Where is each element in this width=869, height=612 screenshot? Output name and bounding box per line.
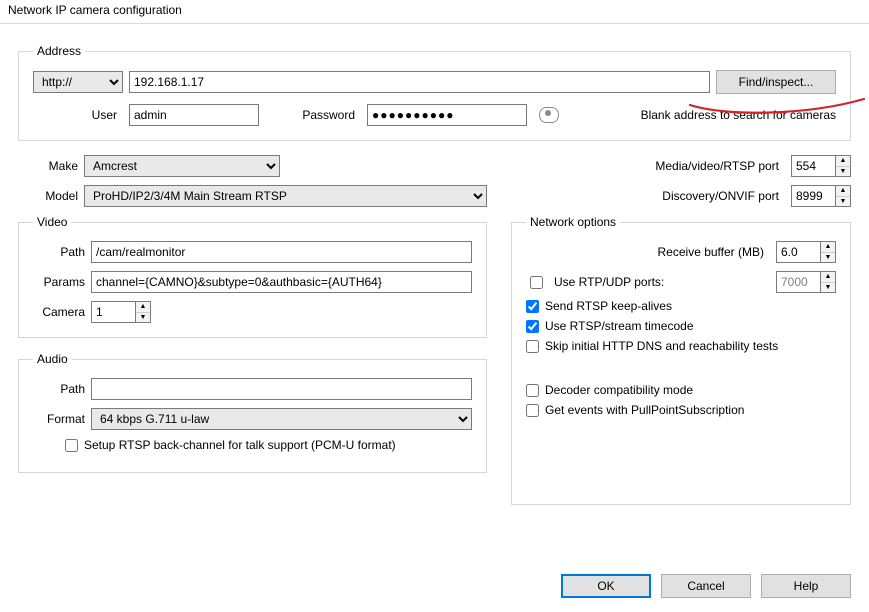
address-input[interactable]: [129, 71, 710, 93]
rtsp-port-label: Media/video/RTSP port: [655, 159, 785, 173]
camera-input[interactable]: [91, 301, 135, 323]
spinner-up-icon[interactable]: ▲: [821, 242, 835, 253]
spinner-up-icon[interactable]: ▲: [821, 272, 835, 283]
timecode-label: Use RTSP/stream timecode: [545, 319, 694, 333]
spinner-down-icon[interactable]: ▼: [821, 253, 835, 263]
address-legend: Address: [33, 44, 85, 58]
timecode-checkbox[interactable]: [526, 320, 539, 333]
rtp-port-spinner[interactable]: ▲▼: [776, 271, 836, 293]
help-button[interactable]: Help: [761, 574, 851, 598]
keepalive-label: Send RTSP keep-alives: [545, 299, 672, 313]
recv-buffer-label: Receive buffer (MB): [526, 245, 770, 259]
find-inspect-button[interactable]: Find/inspect...: [716, 70, 836, 94]
address-hint: Blank address to search for cameras: [641, 108, 836, 122]
video-camera-label: Camera: [33, 305, 91, 319]
rtp-port-input: [776, 271, 820, 293]
rtsp-port-spinner[interactable]: ▲▼: [791, 155, 851, 177]
scheme-select[interactable]: http://: [33, 71, 123, 93]
video-group: Video Path Params Camera ▲▼: [18, 215, 487, 338]
onvif-port-label: Discovery/ONVIF port: [662, 189, 785, 203]
spinner-down-icon[interactable]: ▼: [836, 197, 850, 207]
spinner-down-icon[interactable]: ▼: [836, 167, 850, 177]
audio-path-input[interactable]: [91, 378, 472, 400]
decoder-label: Decoder compatibility mode: [545, 383, 693, 397]
backchannel-label: Setup RTSP back-channel for talk support…: [84, 438, 396, 452]
skipdns-checkbox[interactable]: [526, 340, 539, 353]
dialog-footer: OK Cancel Help: [561, 574, 851, 598]
password-label: Password: [265, 108, 361, 122]
spinner-up-icon[interactable]: ▲: [836, 186, 850, 197]
address-group: Address http:// Find/inspect... User Pas…: [18, 44, 851, 141]
skipdns-label: Skip initial HTTP DNS and reachability t…: [545, 339, 778, 353]
video-params-input[interactable]: [91, 271, 472, 293]
spinner-down-icon[interactable]: ▼: [136, 313, 150, 323]
recv-buffer-input[interactable]: [776, 241, 820, 263]
rtsp-port-input[interactable]: [791, 155, 835, 177]
client-area: Address http:// Find/inspect... User Pas…: [0, 24, 869, 519]
spinner-up-icon[interactable]: ▲: [136, 302, 150, 313]
make-select[interactable]: Amcrest: [84, 155, 280, 177]
rtp-label: Use RTP/UDP ports:: [554, 275, 768, 289]
recv-buffer-spinner[interactable]: ▲▼: [776, 241, 836, 263]
window-title: Network IP camera configuration: [0, 0, 869, 24]
onvif-port-input[interactable]: [791, 185, 835, 207]
network-options-legend: Network options: [526, 215, 620, 229]
reveal-password-icon[interactable]: [539, 107, 559, 123]
model-select[interactable]: ProHD/IP2/3/4M Main Stream RTSP: [84, 185, 487, 207]
rtp-checkbox[interactable]: [530, 276, 543, 289]
audio-format-label: Format: [33, 412, 91, 426]
decoder-checkbox[interactable]: [526, 384, 539, 397]
network-options-group: Network options Receive buffer (MB) ▲▼ U…: [511, 215, 851, 505]
pullpoint-label: Get events with PullPointSubscription: [545, 403, 744, 417]
audio-format-select[interactable]: 64 kbps G.711 u-law: [91, 408, 472, 430]
make-label: Make: [18, 159, 84, 173]
window: Network IP camera configuration Address …: [0, 0, 869, 612]
spinner-down-icon[interactable]: ▼: [821, 283, 835, 293]
backchannel-checkbox[interactable]: [65, 439, 78, 452]
audio-group: Audio Path Format 64 kbps G.711 u-law Se…: [18, 352, 487, 473]
user-label: User: [33, 108, 123, 122]
audio-path-label: Path: [33, 382, 91, 396]
video-params-label: Params: [33, 275, 91, 289]
cancel-button[interactable]: Cancel: [661, 574, 751, 598]
model-label: Model: [18, 189, 84, 203]
keepalive-checkbox[interactable]: [526, 300, 539, 313]
onvif-port-spinner[interactable]: ▲▼: [791, 185, 851, 207]
pullpoint-checkbox[interactable]: [526, 404, 539, 417]
video-legend: Video: [33, 215, 71, 229]
video-path-input[interactable]: [91, 241, 472, 263]
password-input[interactable]: [367, 104, 527, 126]
ok-button[interactable]: OK: [561, 574, 651, 598]
video-path-label: Path: [33, 245, 91, 259]
audio-legend: Audio: [33, 352, 72, 366]
user-input[interactable]: [129, 104, 259, 126]
camera-spinner[interactable]: ▲▼: [91, 301, 151, 323]
spinner-up-icon[interactable]: ▲: [836, 156, 850, 167]
